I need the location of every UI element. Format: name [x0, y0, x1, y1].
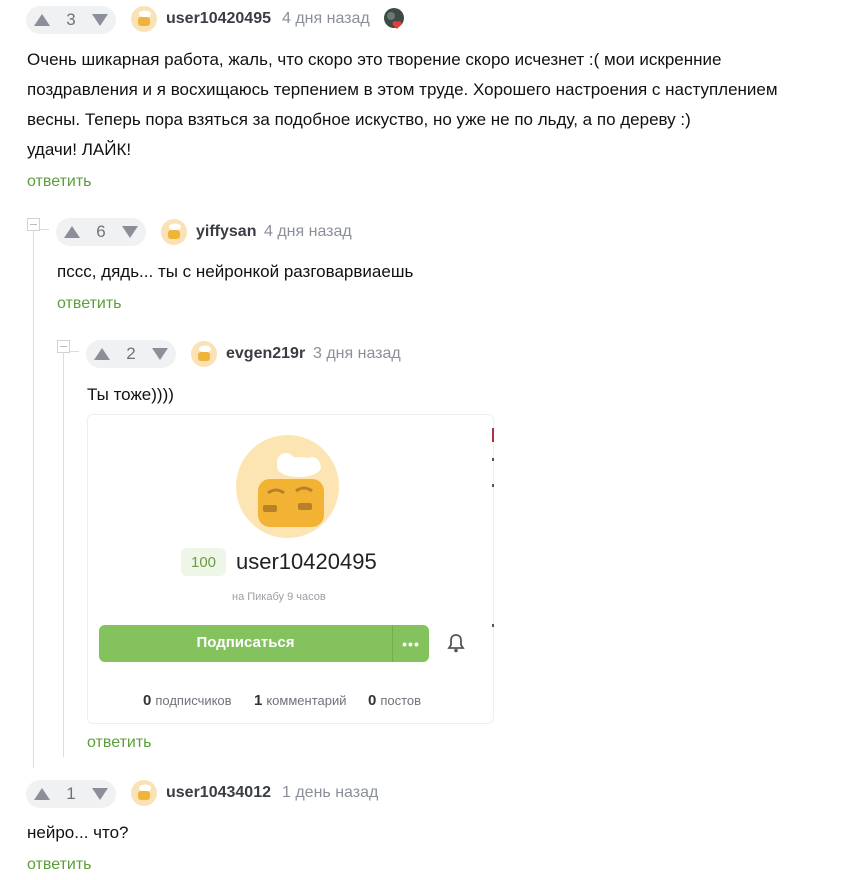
vote-widget: 2 — [86, 340, 176, 368]
subscribe-button[interactable]: Подписаться ••• — [99, 625, 429, 662]
comment-time[interactable]: 3 дня назад — [313, 345, 401, 363]
rating-badge: 100 — [181, 548, 226, 576]
card-edge-marks — [492, 428, 495, 628]
avatar[interactable] — [131, 780, 157, 806]
thread-line — [33, 230, 34, 768]
vote-widget: 1 — [26, 780, 116, 808]
comments-count: 1 — [254, 692, 263, 709]
comment-text-line: удачи! ЛАЙК! — [27, 140, 132, 159]
vote-count: 6 — [96, 222, 106, 241]
avatar[interactable] — [131, 6, 157, 32]
comment-text: пссс, дядь... ты с нейронкой разговарвиа… — [57, 262, 414, 281]
comment-text: Ты тоже)))) — [87, 385, 174, 404]
vote-widget: 6 — [56, 218, 146, 246]
profile-stats: 1 комментарий — [254, 692, 346, 709]
upvote-icon[interactable] — [64, 226, 80, 238]
posts-label: постов — [380, 693, 422, 708]
vote-widget: 3 — [26, 6, 116, 34]
subscribe-label: Подписаться — [196, 634, 295, 651]
comment-time[interactable]: 1 день назад — [282, 784, 378, 802]
vote-count: 2 — [126, 344, 136, 363]
collapse-thread-button[interactable] — [57, 340, 70, 353]
downvote-icon[interactable] — [122, 226, 138, 238]
comment-username[interactable]: evgen219r — [226, 345, 305, 363]
comment-text: нейро... что? — [27, 823, 129, 842]
comments-label: комментарий — [266, 693, 347, 708]
profile-stats: 0 подписчиков — [143, 692, 232, 709]
comment-text-line: поздравления и я восхищаюсь терпением в … — [27, 80, 778, 99]
comment-time[interactable]: 4 дня назад — [282, 10, 370, 28]
reply-link[interactable]: ответить — [87, 734, 152, 752]
reply-link[interactable]: ответить — [57, 295, 122, 313]
comment-text-line: Очень шикарная работа, жаль, что скоро э… — [27, 50, 722, 69]
downvote-icon[interactable] — [92, 788, 108, 800]
comment-text-line: весны. Теперь пора взяться за подобное и… — [27, 110, 691, 129]
profile-username: user10420495 — [236, 549, 377, 574]
collapse-thread-button[interactable] — [27, 218, 40, 231]
user-award-icon — [383, 7, 407, 31]
bell-icon[interactable] — [446, 633, 466, 653]
reply-link[interactable]: ответить — [27, 856, 92, 874]
avatar[interactable] — [191, 341, 217, 367]
upvote-icon[interactable] — [94, 348, 110, 360]
vote-count: 3 — [66, 10, 76, 29]
profile-avatar — [236, 435, 339, 538]
more-options-button[interactable]: ••• — [392, 625, 429, 662]
downvote-icon[interactable] — [92, 14, 108, 26]
vote-count: 1 — [66, 784, 76, 803]
comment-username[interactable]: user10420495 — [166, 10, 271, 28]
profile-stats: 0 постов — [368, 692, 421, 709]
comment-username[interactable]: user10434012 — [166, 784, 271, 802]
avatar[interactable] — [161, 219, 187, 245]
downvote-icon[interactable] — [152, 348, 168, 360]
upvote-icon[interactable] — [34, 788, 50, 800]
comment-time[interactable]: 4 дня назад — [264, 223, 352, 241]
comment-username[interactable]: yiffysan — [196, 223, 256, 241]
thread-line — [63, 352, 64, 757]
profile-subtitle: на Пикабу 9 часов — [232, 591, 326, 603]
upvote-icon[interactable] — [34, 14, 50, 26]
reply-link[interactable]: ответить — [27, 173, 92, 191]
subscribers-count: 0 — [143, 692, 152, 709]
subscribers-label: подписчиков — [155, 693, 232, 708]
posts-count: 0 — [368, 692, 377, 709]
